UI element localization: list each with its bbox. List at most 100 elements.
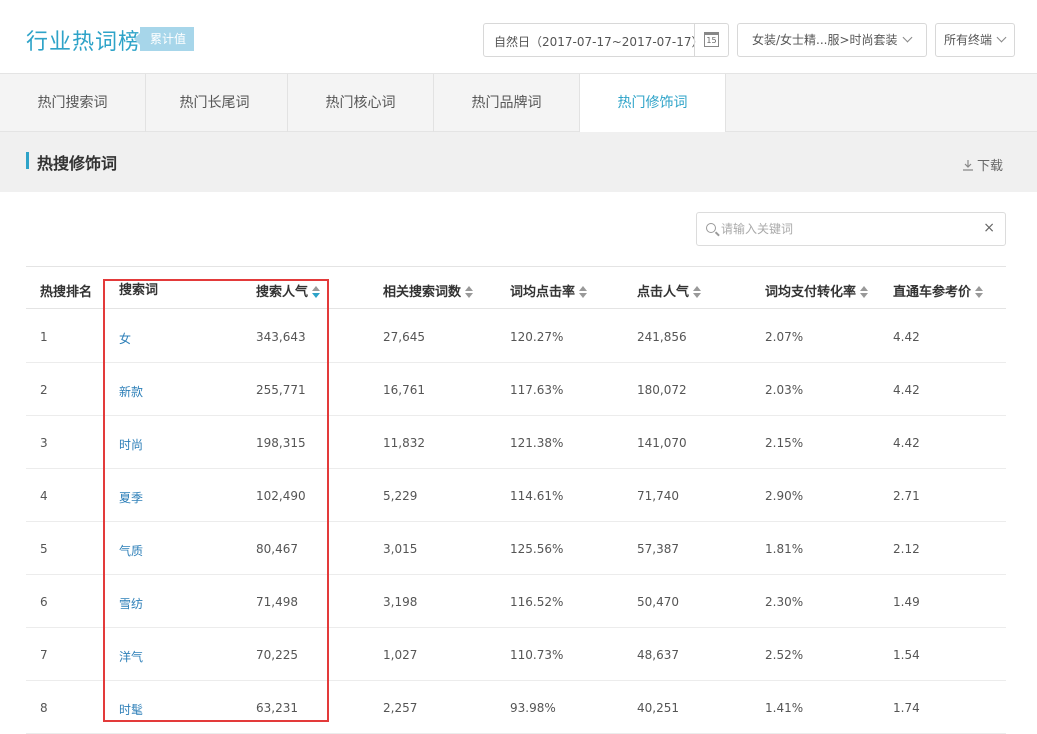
cpc-reference-cell: 4.42 (893, 436, 920, 450)
column-related-search-count[interactable]: 相关搜索词数 (383, 281, 474, 300)
search-popularity-cell: 80,467 (256, 542, 298, 556)
click-popularity-cell: 50,470 (637, 595, 679, 609)
table-row: 3 时尚 198,315 11,832 121.38% 141,070 2.15… (26, 416, 1006, 469)
related-search-count-cell: 11,832 (383, 436, 425, 450)
keyword-link[interactable]: 雪纺 (119, 595, 143, 612)
page-title: 行业热词榜 (26, 30, 142, 55)
keyword-search-input[interactable] (721, 219, 971, 239)
column-search-popularity[interactable]: 搜索人气 (256, 281, 321, 300)
download-label: 下载 (977, 159, 1004, 174)
rank-cell: 2 (40, 383, 48, 397)
tab-hot-brand-words[interactable]: 热门品牌词 (434, 74, 580, 132)
table-header: 热搜排名 搜索词 搜索人气 相关搜索词数 词均点击率 点击人气 词均支付转化率 … (26, 267, 1006, 309)
page-header: 行业热词榜 累计值 自然日（2017-07-17~2017-07-17） 15 … (0, 0, 1037, 74)
table-row: 1 女 343,643 27,645 120.27% 241,856 2.07%… (26, 310, 1006, 363)
close-icon[interactable]: × (983, 220, 995, 236)
column-click-popularity-label: 点击人气 (637, 285, 690, 300)
search-popularity-cell: 343,643 (256, 330, 306, 344)
search-popularity-cell: 71,498 (256, 595, 298, 609)
column-keyword-label: 搜索词 (119, 283, 159, 298)
column-click-popularity[interactable]: 点击人气 (637, 281, 702, 300)
keyword-link[interactable]: 新款 (119, 383, 143, 400)
category-select-value: 女装/女士精...服>时尚套装 (752, 33, 898, 47)
rank-cell: 8 (40, 701, 48, 715)
column-related-search-count-label: 相关搜索词数 (383, 285, 462, 300)
column-keyword: 搜索词 (119, 279, 158, 298)
click-popularity-cell: 48,637 (637, 648, 679, 662)
avg-ctr-cell: 110.73% (510, 648, 564, 662)
rank-cell: 4 (40, 489, 48, 503)
terminal-select-value: 所有终端 (944, 33, 993, 47)
category-select[interactable]: 女装/女士精...服>时尚套装 (737, 23, 927, 57)
section-title: 热搜修饰词 (37, 154, 118, 173)
keyword-link[interactable]: 时尚 (119, 436, 143, 453)
cpc-reference-cell: 1.54 (893, 648, 920, 662)
date-range-picker[interactable]: 自然日（2017-07-17~2017-07-17） 15 (483, 23, 729, 57)
click-popularity-cell: 40,251 (637, 701, 679, 715)
rank-cell: 3 (40, 436, 48, 450)
tab-hot-modifier-words[interactable]: 热门修饰词 (580, 74, 726, 133)
avg-conversion-cell: 1.41% (765, 701, 804, 715)
keyword-search: × (696, 212, 1006, 246)
sort-icon[interactable] (693, 286, 702, 298)
search-popularity-cell: 63,231 (256, 701, 298, 715)
table-row: 7 洋气 70,225 1,027 110.73% 48,637 2.52% 1… (26, 628, 1006, 681)
date-range-text: 自然日（2017-07-17~2017-07-17） (494, 35, 704, 49)
related-search-count-cell: 27,645 (383, 330, 425, 344)
keyword-link[interactable]: 气质 (119, 542, 143, 559)
column-avg-conversion[interactable]: 词均支付转化率 (765, 281, 869, 300)
cpc-reference-cell: 4.42 (893, 383, 920, 397)
rank-cell: 1 (40, 330, 48, 344)
related-search-count-cell: 5,229 (383, 489, 418, 503)
keyword-link[interactable]: 女 (119, 330, 131, 347)
cpc-reference-cell: 4.42 (893, 330, 920, 344)
download-icon (963, 160, 973, 171)
related-search-count-cell: 3,198 (383, 595, 418, 609)
search-popularity-cell: 255,771 (256, 383, 306, 397)
sort-icon[interactable] (860, 286, 869, 298)
click-popularity-cell: 57,387 (637, 542, 679, 556)
table-row: 6 雪纺 71,498 3,198 116.52% 50,470 2.30% 1… (26, 575, 1006, 628)
click-popularity-cell: 180,072 (637, 383, 687, 397)
avg-conversion-cell: 2.30% (765, 595, 804, 609)
keyword-link[interactable]: 时髦 (119, 701, 143, 718)
avg-ctr-cell: 125.56% (510, 542, 564, 556)
sort-icon[interactable] (465, 286, 474, 298)
tab-hot-long-tail-words[interactable]: 热门长尾词 (142, 74, 288, 132)
table-row: 2 新款 255,771 16,761 117.63% 180,072 2.03… (26, 363, 1006, 416)
column-avg-conversion-label: 词均支付转化率 (765, 285, 857, 300)
avg-conversion-cell: 2.52% (765, 648, 804, 662)
avg-ctr-cell: 114.61% (510, 489, 564, 503)
related-search-count-cell: 1,027 (383, 648, 418, 662)
search-popularity-cell: 102,490 (256, 489, 306, 503)
cpc-reference-cell: 1.49 (893, 595, 920, 609)
keyword-link[interactable]: 夏季 (119, 489, 143, 506)
avg-ctr-cell: 117.63% (510, 383, 564, 397)
cumulative-badge[interactable]: 累计值 (133, 27, 195, 51)
rank-cell: 7 (40, 648, 48, 662)
column-avg-ctr-label: 词均点击率 (510, 285, 576, 300)
terminal-select[interactable]: 所有终端 (935, 23, 1015, 57)
section-header (0, 132, 1037, 192)
related-search-count-cell: 2,257 (383, 701, 418, 715)
cpc-reference-cell: 2.71 (893, 489, 920, 503)
avg-ctr-cell: 93.98% (510, 701, 556, 715)
keyword-link[interactable]: 洋气 (119, 648, 143, 665)
rank-cell: 5 (40, 542, 48, 556)
section-accent-bar (26, 152, 29, 169)
chevron-down-icon (902, 32, 912, 43)
sort-icon[interactable] (579, 286, 588, 298)
tab-hot-search-words[interactable]: 热门搜索词 (0, 74, 146, 132)
sort-icon[interactable] (312, 286, 321, 298)
tab-hot-core-words[interactable]: 热门核心词 (288, 74, 434, 132)
column-search-popularity-label: 搜索人气 (256, 285, 309, 300)
column-avg-ctr[interactable]: 词均点击率 (510, 281, 588, 300)
calendar-icon: 15 (704, 32, 719, 47)
chevron-down-icon (996, 32, 1007, 43)
sort-icon[interactable] (975, 286, 984, 298)
table-row: 4 夏季 102,490 5,229 114.61% 71,740 2.90% … (26, 469, 1006, 522)
download-button[interactable]: 下载 (962, 155, 1003, 174)
calendar-button[interactable]: 15 (694, 24, 728, 56)
column-cpc-reference[interactable]: 直通车参考价 (893, 281, 984, 300)
click-popularity-cell: 241,856 (637, 330, 687, 344)
